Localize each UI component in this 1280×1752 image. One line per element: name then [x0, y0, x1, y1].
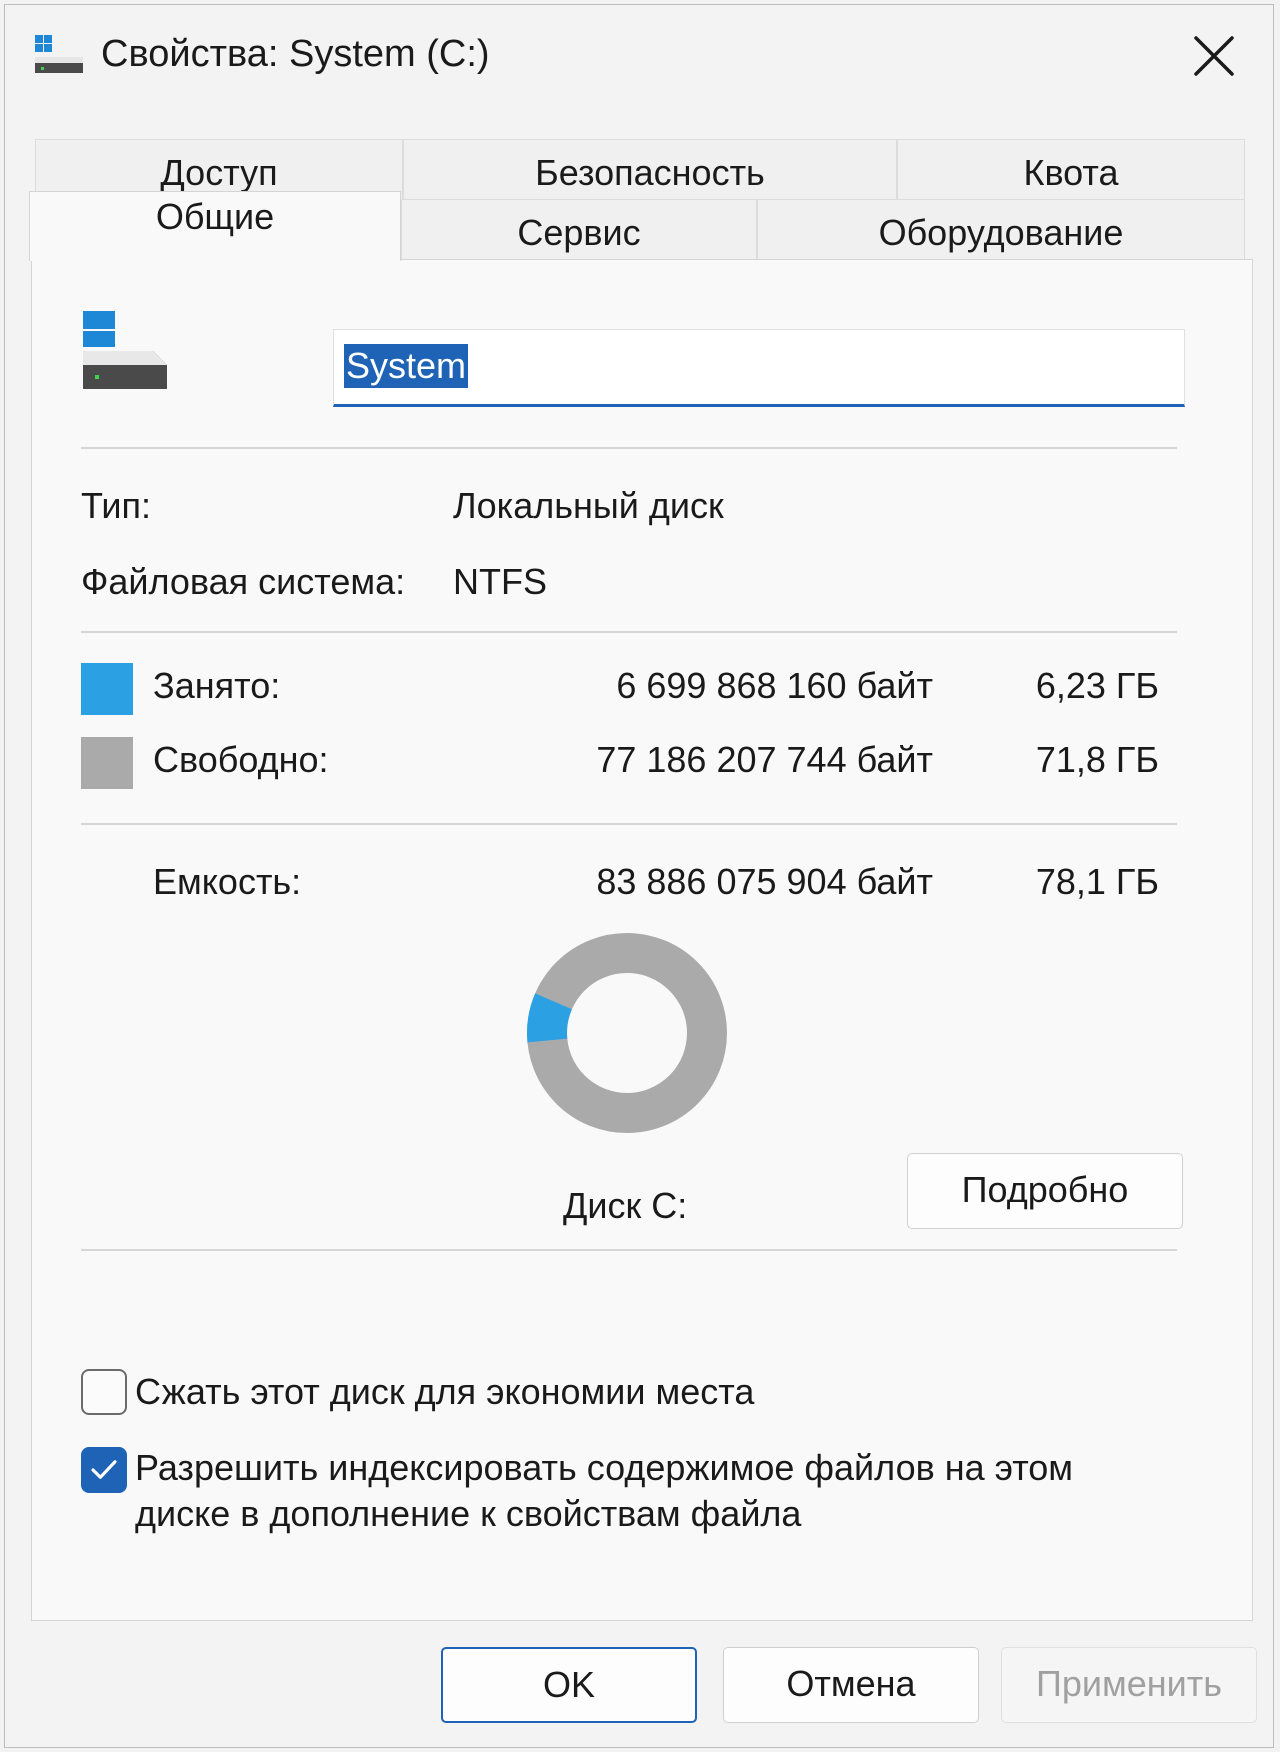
details-button[interactable]: Подробно [907, 1153, 1183, 1229]
checkmark-icon [91, 1460, 117, 1479]
used-size: 6,23 ГБ [1035, 665, 1159, 706]
divider [81, 631, 1177, 633]
drive-name-input[interactable]: System [333, 329, 1185, 407]
close-icon[interactable] [1191, 33, 1237, 79]
donut-used-segment [527, 993, 573, 1043]
drive-name-value: System [344, 344, 469, 388]
donut-free-segment [527, 933, 727, 1133]
free-color-swatch [81, 737, 133, 789]
disk-usage-donut [527, 933, 727, 1133]
tab-access[interactable]: Доступ [35, 139, 403, 199]
capacity-bytes: 83 886 075 904 байт [596, 861, 933, 902]
disk-label: Диск C: [563, 1185, 688, 1226]
index-label-line2: диске в дополнение к свойствам файла [135, 1493, 802, 1534]
window-title: Свойства: System (C:) [101, 33, 490, 75]
filesystem-value: NTFS [453, 561, 547, 602]
index-checkbox[interactable] [81, 1447, 127, 1493]
tab-hardware[interactable]: Оборудование [757, 199, 1245, 259]
type-label: Тип: [81, 485, 152, 526]
apply-button[interactable]: Применить [1001, 1647, 1257, 1723]
divider [81, 823, 1177, 825]
capacity-label: Емкость: [153, 861, 302, 902]
free-size: 71,8 ГБ [1035, 739, 1159, 780]
capacity-size: 78,1 ГБ [1035, 861, 1159, 902]
free-label: Свободно: [153, 739, 329, 780]
type-value: Локальный диск [453, 485, 724, 526]
cancel-button[interactable]: Отмена [723, 1647, 979, 1723]
title-bar: Свойства: System (C:) [5, 5, 1273, 105]
drive-icon [35, 35, 83, 73]
compress-label: Сжать этот диск для экономии места [135, 1371, 755, 1412]
drive-icon [83, 311, 167, 389]
ok-button[interactable]: OK [441, 1647, 697, 1723]
free-bytes: 77 186 207 744 байт [596, 739, 933, 780]
properties-dialog: Свойства: System (C:) Доступ Безопасност… [4, 4, 1274, 1748]
tab-quota[interactable]: Квота [897, 139, 1245, 199]
tab-tools[interactable]: Сервис [401, 199, 757, 259]
divider [81, 1249, 1177, 1251]
filesystem-label: Файловая система: [81, 561, 406, 602]
tab-general[interactable]: Общие [29, 191, 401, 261]
used-label: Занято: [153, 665, 281, 706]
used-bytes: 6 699 868 160 байт [616, 665, 933, 706]
index-label-line1: Разрешить индексировать содержимое файло… [135, 1447, 1074, 1488]
tab-security[interactable]: Безопасность [403, 139, 897, 199]
divider [81, 447, 1177, 449]
compress-checkbox[interactable] [81, 1369, 127, 1415]
used-color-swatch [81, 663, 133, 715]
